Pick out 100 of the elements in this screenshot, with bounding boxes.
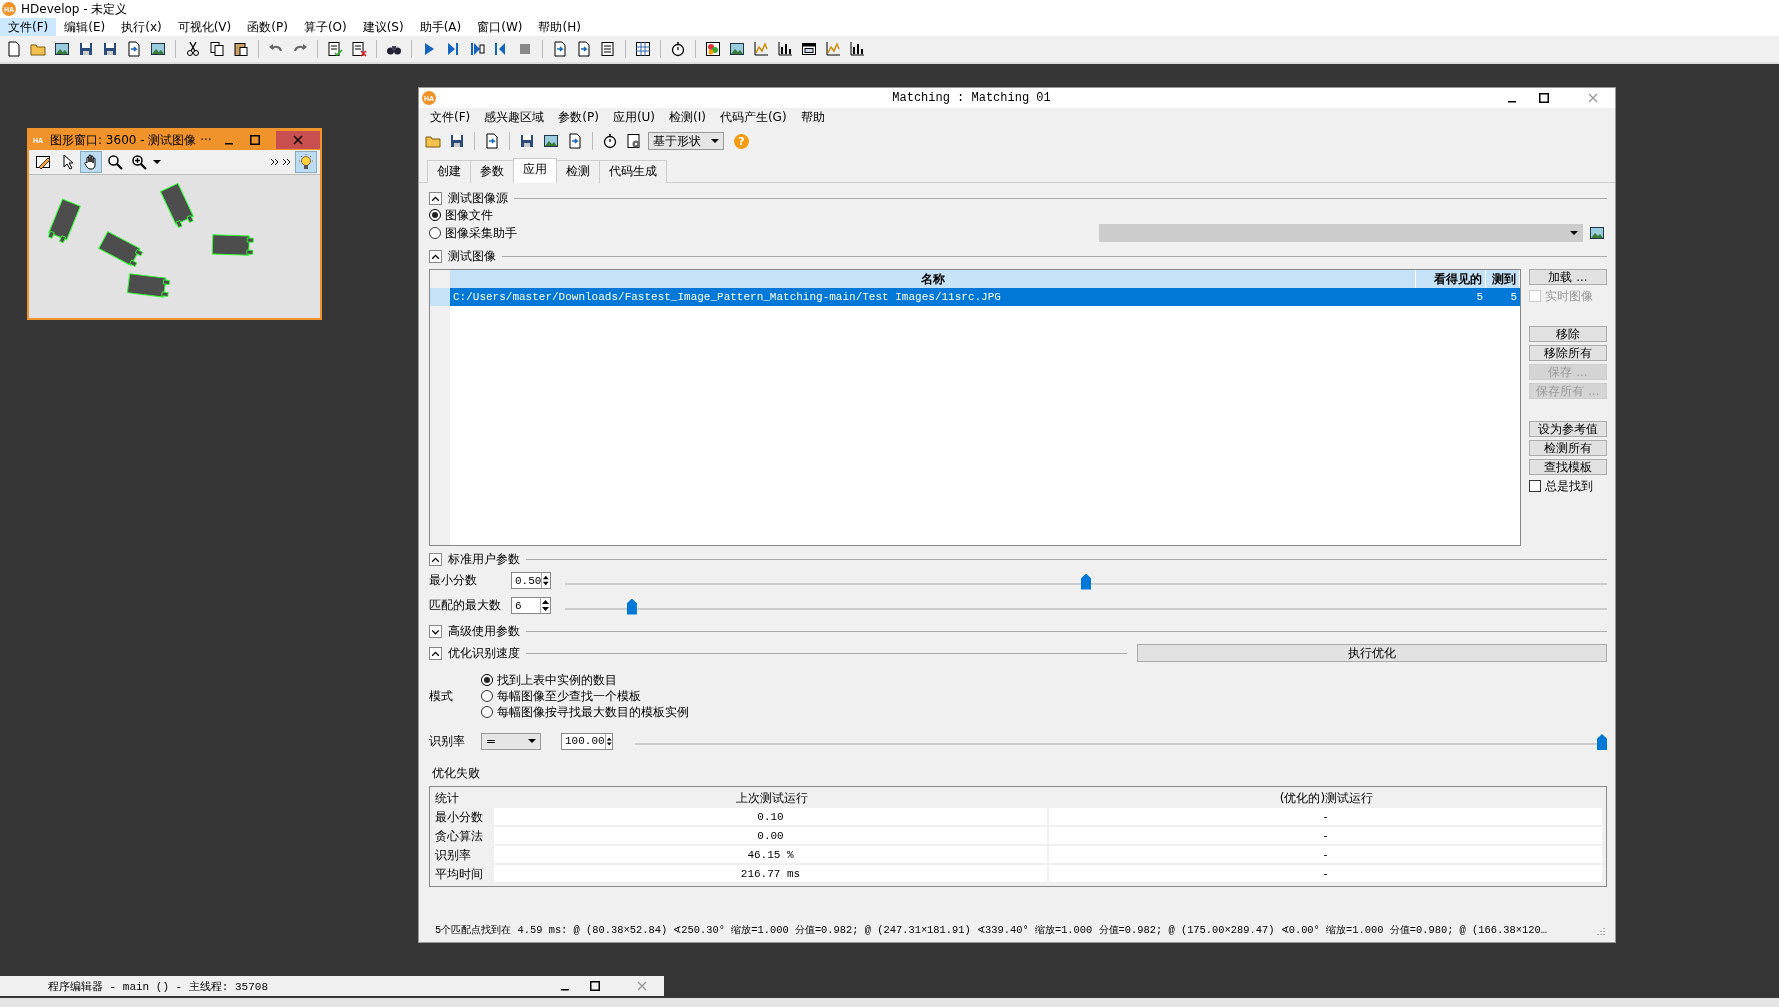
number-field[interactable]: 6 <box>511 597 551 614</box>
slider-thumb[interactable] <box>1081 573 1091 590</box>
radio-circle[interactable] <box>429 227 441 239</box>
table-cell: - <box>1049 865 1604 884</box>
menu-item[interactable]: 文件(F) <box>423 107 478 127</box>
side-button[interactable]: 移除所有 <box>1529 345 1607 361</box>
line-chart-icon[interactable] <box>823 39 843 59</box>
maximize-icon[interactable] <box>1539 93 1549 103</box>
optimize-button[interactable]: 执行优化 <box>1137 644 1607 662</box>
expand-toggle[interactable] <box>429 624 442 638</box>
menu-item[interactable]: 感兴趣区域 <box>477 107 552 127</box>
tab[interactable]: 参数 <box>470 160 514 183</box>
collapse-toggle[interactable] <box>429 552 442 566</box>
radio-circle[interactable] <box>429 209 441 221</box>
menu-item[interactable]: 参数(P) <box>551 107 606 127</box>
section-title: 标准用户参数 <box>448 550 520 568</box>
radio-button[interactable]: 每幅图像按寻找最大数目的模板实例 <box>481 704 689 720</box>
maximize-icon[interactable] <box>250 135 260 145</box>
hand-icon[interactable] <box>81 152 101 172</box>
menu-item[interactable]: 编辑(E) <box>56 17 114 37</box>
close-button[interactable] <box>276 131 320 149</box>
collapse-toggle[interactable] <box>429 191 442 205</box>
close-icon[interactable] <box>293 135 303 145</box>
spinner-arrows-icon[interactable] <box>541 573 550 588</box>
palette-icon[interactable] <box>703 39 723 59</box>
bar-chart-icon[interactable] <box>847 39 867 59</box>
maximize-icon[interactable] <box>590 981 600 991</box>
magnifier-icon[interactable] <box>105 152 125 172</box>
slider-thumb[interactable] <box>1597 734 1607 750</box>
side-button[interactable]: 移除 <box>1529 326 1607 342</box>
tab[interactable]: 创建 <box>427 160 471 183</box>
menu-item[interactable]: 建议(S) <box>354 17 412 37</box>
tab[interactable]: 检测 <box>556 160 600 183</box>
menu-item[interactable]: 算子(O) <box>295 17 355 37</box>
menu-item[interactable]: 帮助 <box>793 107 832 127</box>
menu-item[interactable]: 代码产生(G) <box>712 107 794 127</box>
spinner-arrows-icon[interactable] <box>540 598 550 613</box>
line-chart-icon[interactable] <box>751 39 771 59</box>
menu-item[interactable]: 帮助(H) <box>530 17 589 37</box>
side-button[interactable]: 检测所有 <box>1529 440 1607 456</box>
radio-button[interactable]: 图像文件 <box>429 207 493 223</box>
method-dropdown[interactable]: 基于形状 <box>648 132 724 150</box>
document-cross-icon[interactable] <box>349 39 369 59</box>
window-title: HDevelop - 未定义 <box>21 0 128 18</box>
radio-button[interactable]: 图像采集助手 <box>429 225 517 241</box>
column-header[interactable]: 名称 <box>450 270 1416 288</box>
column-header[interactable]: 测到 <box>1486 270 1520 288</box>
pages-icon[interactable] <box>207 39 227 59</box>
chevrons-icon[interactable] <box>270 158 292 166</box>
column-header: (优化的)测试运行 <box>1278 790 1375 807</box>
radio-circle[interactable] <box>481 674 493 686</box>
side-button[interactable]: 加载 ... <box>1529 269 1607 285</box>
number-field[interactable]: 100.00 <box>561 732 613 750</box>
zoom-in-icon[interactable] <box>129 152 149 172</box>
menu-item[interactable]: 执行(x) <box>113 17 170 37</box>
horizontal-scrollbar[interactable] <box>0 998 1779 1007</box>
table-cell[interactable]: 5 <box>1486 288 1520 306</box>
table-cell[interactable]: 5 <box>1416 288 1486 306</box>
menu-item[interactable]: 应用(U) <box>605 107 663 127</box>
table-cell: - <box>1049 827 1604 846</box>
light-bulb-icon[interactable] <box>296 152 316 172</box>
checkbox[interactable]: 总是找到 <box>1529 478 1607 494</box>
bar-chart-icon[interactable] <box>775 39 795 59</box>
table-cell[interactable]: C:/Users/master/Downloads/Fastest_Image_Pattern_Matching-main/Test Images/11src.JPG <box>450 288 1416 306</box>
tab[interactable]: 应用 <box>513 158 557 183</box>
window-title: Matching : Matching 01 <box>892 91 1051 105</box>
grid-icon[interactable] <box>633 39 653 59</box>
section-title: 高级使用参数 <box>448 622 520 640</box>
collapse-toggle[interactable] <box>429 249 442 263</box>
column-header: 上次测试运行 <box>734 790 809 807</box>
spinner-arrows-icon[interactable] <box>604 733 612 749</box>
table-cell: 216.77 ms <box>494 865 1049 884</box>
resize-grip-icon[interactable] <box>1595 925 1605 935</box>
menu-item[interactable]: 文件(F) <box>0 17 57 37</box>
menu-item[interactable]: 助手(A) <box>411 17 470 37</box>
number-field[interactable]: 0.50 <box>511 572 551 589</box>
checklist-icon[interactable] <box>325 39 345 59</box>
slider-thumb[interactable] <box>626 598 637 615</box>
menu-item[interactable]: 函数(P) <box>239 17 296 37</box>
field-label: 模式 <box>429 687 454 705</box>
side-button[interactable]: 查找模板 <box>1529 459 1607 475</box>
status-text: 5个匹配点找到在 4.59 ms: @ (80.38×52.84) ∢250.30° 缩放=1.000 分值=0.982; @ (247.31×181.91) ∢339.40° 缩放=1.000 分值=0.982; @ (175.00×289.47) ∢0.00° 缩放=1.000 分值=0.980; @ (166.38×120… <box>435 923 1547 937</box>
side-button[interactable]: 设为参考值 <box>1529 421 1607 437</box>
collapse-toggle[interactable] <box>429 646 442 660</box>
column-header[interactable]: 看得见的 <box>1416 270 1486 288</box>
menu-item[interactable]: 检测(I) <box>662 107 713 127</box>
radio-button[interactable]: 每幅图像至少查找一个模板 <box>481 688 689 704</box>
caret-icon <box>1570 231 1578 235</box>
radio-circle[interactable] <box>481 690 493 702</box>
window-title: 程序编辑器 - main () - 主线程: 35708 <box>48 979 269 994</box>
menu-item[interactable]: 窗口(W) <box>469 17 531 37</box>
radio-circle[interactable] <box>481 706 493 718</box>
radio-button[interactable]: 找到上表中实例的数目 <box>481 672 689 688</box>
table-cell: - <box>1049 808 1604 827</box>
close-icon[interactable] <box>1588 93 1598 103</box>
tab[interactable]: 代码生成 <box>599 160 667 183</box>
field-label: 最小分数 <box>429 572 478 589</box>
operator-dropdown[interactable]: = <box>481 732 541 750</box>
menu-item[interactable]: 可视化(V) <box>169 17 240 37</box>
field-label: 识别率 <box>429 732 466 750</box>
